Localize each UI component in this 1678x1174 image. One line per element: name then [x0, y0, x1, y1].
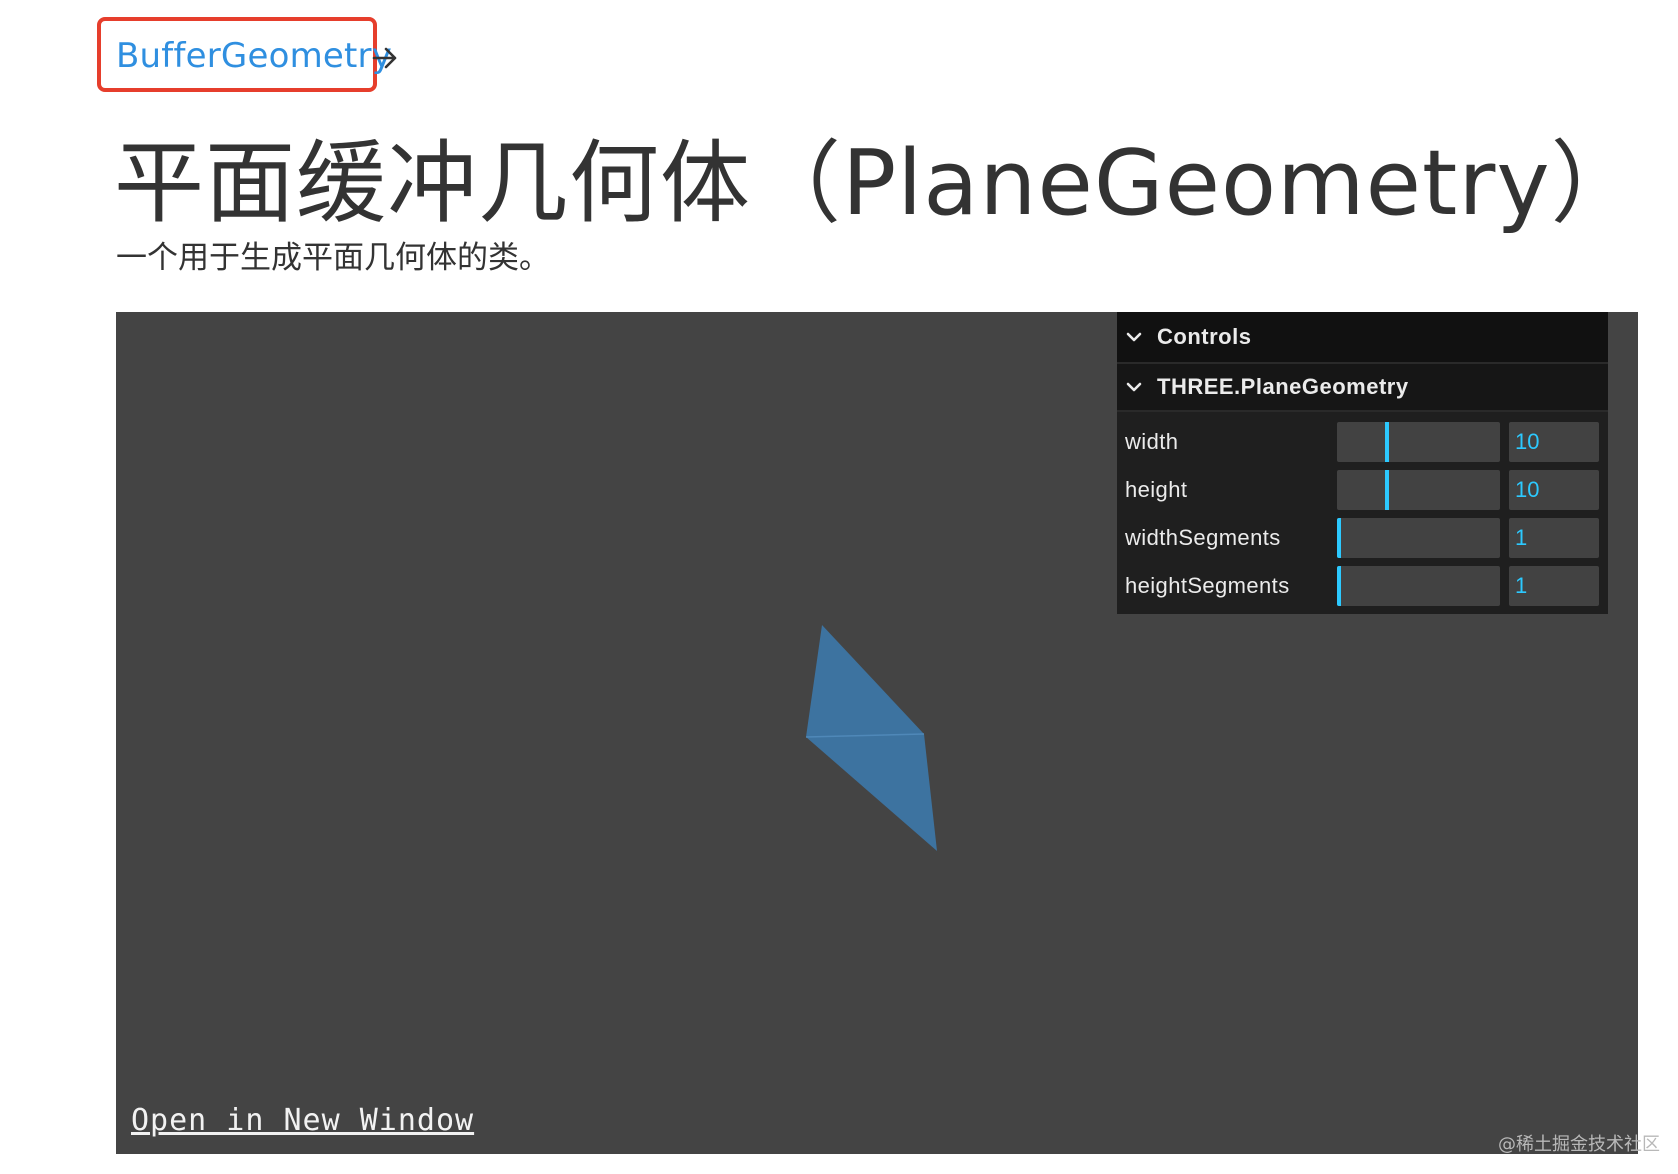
demo-viewport[interactable]: Open in New Window Controls THREE.PlaneG…	[116, 312, 1638, 1154]
controls-title-bar[interactable]: Controls	[1117, 312, 1608, 364]
page-title: 平面缓冲几何体（PlaneGeometry）	[114, 131, 1642, 236]
parent-class-link[interactable]: BufferGeometry	[116, 36, 392, 76]
height-slider[interactable]	[1337, 470, 1500, 510]
plane-triangle-lower	[806, 734, 937, 851]
slider-marker	[1337, 566, 1341, 606]
param-row-height: height 10	[1117, 466, 1608, 514]
param-list: width 10 height 10 widthSegments 1 heigh…	[1117, 412, 1608, 614]
slider-marker	[1385, 422, 1389, 462]
width-slider[interactable]	[1337, 422, 1500, 462]
open-in-new-window-link[interactable]: Open in New Window	[131, 1103, 474, 1138]
param-label: widthSegments	[1125, 525, 1281, 550]
page: BufferGeometry 平面缓冲几何体（PlaneGeometry） 一个…	[0, 0, 1678, 1174]
arrow-right-icon	[372, 47, 397, 69]
param-label: heightSegments	[1125, 573, 1290, 598]
chevron-down-icon	[1126, 332, 1142, 342]
controls-panel: Controls THREE.PlaneGeometry width 10 he…	[1117, 312, 1608, 614]
plane-mesh-render	[805, 625, 937, 851]
param-row-width-segments: widthSegments 1	[1117, 514, 1608, 562]
folder-title: THREE.PlaneGeometry	[1157, 374, 1409, 399]
param-row-width: width 10	[1117, 418, 1608, 466]
height-segments-slider[interactable]	[1337, 566, 1500, 606]
controls-title: Controls	[1157, 324, 1252, 349]
geometry-folder-header[interactable]: THREE.PlaneGeometry	[1117, 364, 1608, 412]
slider-marker	[1337, 518, 1341, 558]
height-segments-number-input[interactable]: 1	[1509, 566, 1599, 606]
width-segments-slider[interactable]	[1337, 518, 1500, 558]
chevron-down-icon	[1126, 382, 1142, 392]
height-number-input[interactable]: 10	[1509, 470, 1599, 510]
width-segments-number-input[interactable]: 1	[1509, 518, 1599, 558]
watermark: @稀土掘金技术社区	[1498, 1134, 1660, 1155]
slider-marker	[1385, 470, 1389, 510]
page-description: 一个用于生成平面几何体的类。	[116, 240, 550, 276]
param-label: width	[1125, 429, 1179, 454]
param-row-height-segments: heightSegments 1	[1117, 562, 1608, 610]
param-label: height	[1125, 477, 1188, 502]
width-number-input[interactable]: 10	[1509, 422, 1599, 462]
plane-triangle-upper	[806, 625, 924, 737]
